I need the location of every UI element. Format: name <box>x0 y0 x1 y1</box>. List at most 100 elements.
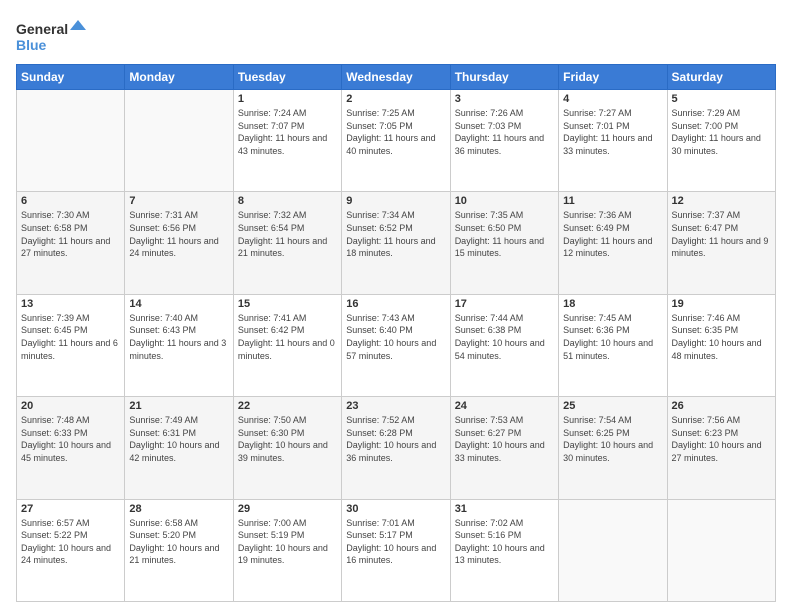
calendar-week-row: 6 Sunrise: 7:30 AMSunset: 6:58 PMDaylight… <box>17 192 776 294</box>
calendar-day-cell: 14 Sunrise: 7:40 AMSunset: 6:43 PMDayligh… <box>125 294 233 396</box>
day-number: 18 <box>563 298 662 310</box>
day-number: 1 <box>238 93 337 105</box>
day-info: Sunrise: 7:24 AMSunset: 7:07 PMDaylight:… <box>238 107 337 157</box>
day-info: Sunrise: 7:35 AMSunset: 6:50 PMDaylight:… <box>455 209 554 259</box>
calendar-day-cell: 27 Sunrise: 6:57 AMSunset: 5:22 PMDayligh… <box>17 499 125 601</box>
day-info: Sunrise: 7:00 AMSunset: 5:19 PMDaylight:… <box>238 517 337 567</box>
day-info: Sunrise: 7:02 AMSunset: 5:16 PMDaylight:… <box>455 517 554 567</box>
calendar-body: 1 Sunrise: 7:24 AMSunset: 7:07 PMDaylight… <box>17 90 776 602</box>
day-number: 23 <box>346 400 445 412</box>
day-info: Sunrise: 7:27 AMSunset: 7:01 PMDaylight:… <box>563 107 662 157</box>
day-info: Sunrise: 7:37 AMSunset: 6:47 PMDaylight:… <box>672 209 771 259</box>
day-info: Sunrise: 7:52 AMSunset: 6:28 PMDaylight:… <box>346 414 445 464</box>
day-number: 6 <box>21 195 120 207</box>
calendar-day-cell: 20 Sunrise: 7:48 AMSunset: 6:33 PMDayligh… <box>17 397 125 499</box>
day-info: Sunrise: 7:49 AMSunset: 6:31 PMDaylight:… <box>129 414 228 464</box>
calendar-day-cell: 16Sunrise: 7:43 AMSunset: 6:40 PMDayligh… <box>342 294 450 396</box>
day-number: 25 <box>563 400 662 412</box>
day-info: Sunrise: 7:30 AMSunset: 6:58 PMDaylight:… <box>21 209 120 259</box>
calendar-day-cell <box>17 90 125 192</box>
day-info: Sunrise: 7:50 AMSunset: 6:30 PMDaylight:… <box>238 414 337 464</box>
calendar-day-cell <box>559 499 667 601</box>
calendar-day-cell: 21Sunrise: 7:49 AMSunset: 6:31 PMDayligh… <box>125 397 233 499</box>
day-number: 3 <box>455 93 554 105</box>
day-number: 14 <box>129 298 228 310</box>
calendar-day-cell: 30 Sunrise: 7:01 AMSunset: 5:17 PMDayligh… <box>342 499 450 601</box>
calendar-day-cell: 17Sunrise: 7:44 AMSunset: 6:38 PMDayligh… <box>450 294 558 396</box>
calendar-week-row: 1 Sunrise: 7:24 AMSunset: 7:07 PMDaylight… <box>17 90 776 192</box>
day-number: 31 <box>455 503 554 515</box>
calendar-day-cell: 3Sunrise: 7:26 AMSunset: 7:03 PMDaylight… <box>450 90 558 192</box>
day-info: Sunrise: 7:46 AMSunset: 6:35 PMDaylight:… <box>672 312 771 362</box>
day-number: 13 <box>21 298 120 310</box>
weekday-header-cell: Monday <box>125 65 233 90</box>
day-info: Sunrise: 7:53 AMSunset: 6:27 PMDaylight:… <box>455 414 554 464</box>
weekday-header-cell: Tuesday <box>233 65 341 90</box>
day-info: Sunrise: 7:48 AMSunset: 6:33 PMDaylight:… <box>21 414 120 464</box>
day-number: 30 <box>346 503 445 515</box>
day-number: 28 <box>129 503 228 515</box>
calendar-day-cell: 18 Sunrise: 7:45 AMSunset: 6:36 PMDayligh… <box>559 294 667 396</box>
calendar-day-cell: 28 Sunrise: 6:58 AMSunset: 5:20 PMDayligh… <box>125 499 233 601</box>
weekday-header-cell: Wednesday <box>342 65 450 90</box>
day-info: Sunrise: 7:45 AMSunset: 6:36 PMDaylight:… <box>563 312 662 362</box>
day-number: 29 <box>238 503 337 515</box>
calendar-day-cell: 22 Sunrise: 7:50 AMSunset: 6:30 PMDayligh… <box>233 397 341 499</box>
day-number: 15 <box>238 298 337 310</box>
calendar-week-row: 13 Sunrise: 7:39 AMSunset: 6:45 PMDayligh… <box>17 294 776 396</box>
day-number: 2 <box>346 93 445 105</box>
day-info: Sunrise: 7:39 AMSunset: 6:45 PMDaylight:… <box>21 312 120 362</box>
calendar-table: SundayMondayTuesdayWednesdayThursdayFrid… <box>16 64 776 602</box>
calendar-day-cell: 31 Sunrise: 7:02 AMSunset: 5:16 PMDayligh… <box>450 499 558 601</box>
calendar-day-cell: 8 Sunrise: 7:32 AMSunset: 6:54 PMDaylight… <box>233 192 341 294</box>
day-number: 22 <box>238 400 337 412</box>
calendar-day-cell: 6 Sunrise: 7:30 AMSunset: 6:58 PMDaylight… <box>17 192 125 294</box>
day-info: Sunrise: 7:31 AMSunset: 6:56 PMDaylight:… <box>129 209 228 259</box>
calendar-day-cell: 25 Sunrise: 7:54 AMSunset: 6:25 PMDayligh… <box>559 397 667 499</box>
calendar-day-cell: 26 Sunrise: 7:56 AMSunset: 6:23 PMDayligh… <box>667 397 775 499</box>
day-number: 24 <box>455 400 554 412</box>
day-number: 10 <box>455 195 554 207</box>
day-info: Sunrise: 7:34 AMSunset: 6:52 PMDaylight:… <box>346 209 445 259</box>
calendar-day-cell: 23 Sunrise: 7:52 AMSunset: 6:28 PMDayligh… <box>342 397 450 499</box>
weekday-header-row: SundayMondayTuesdayWednesdayThursdayFrid… <box>17 65 776 90</box>
calendar-day-cell: 5Sunrise: 7:29 AMSunset: 7:00 PMDaylight… <box>667 90 775 192</box>
day-info: Sunrise: 7:32 AMSunset: 6:54 PMDaylight:… <box>238 209 337 259</box>
day-info: Sunrise: 7:41 AMSunset: 6:42 PMDaylight:… <box>238 312 337 362</box>
calendar-day-cell: 19 Sunrise: 7:46 AMSunset: 6:35 PMDayligh… <box>667 294 775 396</box>
calendar-day-cell <box>125 90 233 192</box>
calendar-day-cell: 11 Sunrise: 7:36 AMSunset: 6:49 PMDayligh… <box>559 192 667 294</box>
day-number: 20 <box>21 400 120 412</box>
svg-text:Blue: Blue <box>16 37 47 53</box>
calendar-day-cell: 29 Sunrise: 7:00 AMSunset: 5:19 PMDayligh… <box>233 499 341 601</box>
calendar-day-cell: 7Sunrise: 7:31 AMSunset: 6:56 PMDaylight… <box>125 192 233 294</box>
day-info: Sunrise: 7:44 AMSunset: 6:38 PMDaylight:… <box>455 312 554 362</box>
day-info: Sunrise: 7:54 AMSunset: 6:25 PMDaylight:… <box>563 414 662 464</box>
calendar-day-cell: 24 Sunrise: 7:53 AMSunset: 6:27 PMDayligh… <box>450 397 558 499</box>
day-info: Sunrise: 6:57 AMSunset: 5:22 PMDaylight:… <box>21 517 120 567</box>
day-number: 27 <box>21 503 120 515</box>
calendar-day-cell: 15 Sunrise: 7:41 AMSunset: 6:42 PMDayligh… <box>233 294 341 396</box>
weekday-header-cell: Saturday <box>667 65 775 90</box>
day-number: 9 <box>346 195 445 207</box>
day-info: Sunrise: 7:36 AMSunset: 6:49 PMDaylight:… <box>563 209 662 259</box>
day-info: Sunrise: 7:43 AMSunset: 6:40 PMDaylight:… <box>346 312 445 362</box>
day-info: Sunrise: 7:29 AMSunset: 7:00 PMDaylight:… <box>672 107 771 157</box>
day-number: 8 <box>238 195 337 207</box>
logo: General Blue <box>16 16 86 56</box>
day-info: Sunrise: 6:58 AMSunset: 5:20 PMDaylight:… <box>129 517 228 567</box>
weekday-header-cell: Friday <box>559 65 667 90</box>
weekday-header-cell: Thursday <box>450 65 558 90</box>
logo-svg: General Blue <box>16 16 86 56</box>
weekday-header-cell: Sunday <box>17 65 125 90</box>
day-info: Sunrise: 7:40 AMSunset: 6:43 PMDaylight:… <box>129 312 228 362</box>
day-info: Sunrise: 7:01 AMSunset: 5:17 PMDaylight:… <box>346 517 445 567</box>
day-number: 11 <box>563 195 662 207</box>
calendar-day-cell: 13 Sunrise: 7:39 AMSunset: 6:45 PMDayligh… <box>17 294 125 396</box>
calendar-week-row: 27 Sunrise: 6:57 AMSunset: 5:22 PMDayligh… <box>17 499 776 601</box>
day-number: 19 <box>672 298 771 310</box>
calendar-day-cell <box>667 499 775 601</box>
day-number: 26 <box>672 400 771 412</box>
day-info: Sunrise: 7:56 AMSunset: 6:23 PMDaylight:… <box>672 414 771 464</box>
header: General Blue <box>16 16 776 56</box>
